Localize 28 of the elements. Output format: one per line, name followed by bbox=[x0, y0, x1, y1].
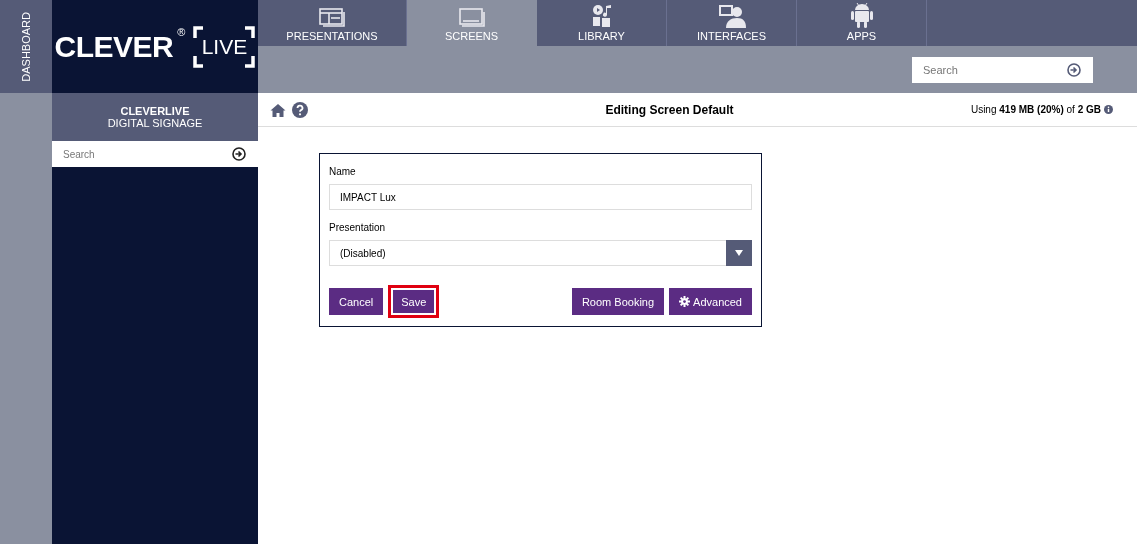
org-title: CLEVERLIVE bbox=[120, 105, 190, 117]
monitor-icon bbox=[458, 8, 485, 28]
presentation-select[interactable]: (Disabled) bbox=[329, 240, 752, 266]
gear-icon bbox=[679, 296, 691, 307]
form-button[interactable]: Room Booking bbox=[571, 288, 665, 315]
form-button[interactable]: Save bbox=[388, 285, 440, 318]
org-subtitle: DIGITAL SIGNAGE bbox=[107, 117, 203, 129]
media-icon bbox=[590, 4, 613, 28]
advanced-button[interactable]: Advanced bbox=[669, 288, 752, 315]
registered-mark: ® bbox=[177, 26, 186, 38]
logo-badge: LIVE bbox=[193, 25, 256, 68]
field-label: Name bbox=[329, 166, 357, 177]
storage-usage: Using 419 MB (20%) of 2 GB bbox=[970, 104, 1101, 115]
robot-icon bbox=[850, 2, 873, 28]
name-input[interactable]: IMPACT Lux bbox=[329, 184, 752, 210]
search-field[interactable]: Search bbox=[912, 56, 1093, 83]
page-title: Editing Screen Default bbox=[604, 102, 735, 117]
sidebar-search-field[interactable]: Search bbox=[52, 141, 258, 167]
user-screen-icon bbox=[717, 4, 746, 28]
caret-icon bbox=[735, 250, 743, 256]
logo-text: CLEVER bbox=[54, 29, 174, 64]
info-icon[interactable] bbox=[1104, 105, 1113, 114]
layout-icon bbox=[319, 8, 345, 28]
help-icon[interactable] bbox=[292, 101, 308, 118]
home-icon[interactable] bbox=[270, 102, 286, 117]
field-label: Presentation bbox=[329, 222, 387, 233]
go-arrow-icon[interactable] bbox=[232, 147, 246, 161]
form-button[interactable]: Cancel bbox=[329, 288, 384, 315]
